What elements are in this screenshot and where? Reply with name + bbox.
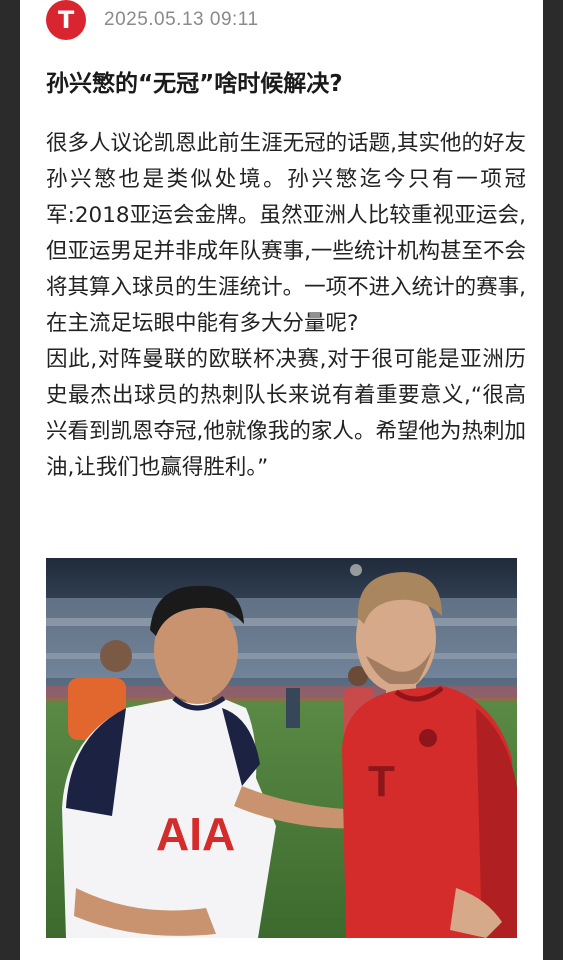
- article-body: 很多人议论凯恩此前生涯无冠的话题,其实他的好友孙兴慜也是类似处境。孙兴慜迄今只有…: [46, 126, 526, 486]
- post-header: T 2025.05.13 09:11: [46, 0, 259, 40]
- author-avatar[interactable]: T: [46, 0, 86, 40]
- article-card: T 2025.05.13 09:11 孙兴慜的“无冠”啥时候解决? 很多人议论凯…: [20, 0, 543, 960]
- article-paragraph-2: 因此,对阵曼联的欧联杯决赛,对于很可能是亚洲历史最杰出球员的热刺队长来说有着重要…: [46, 347, 526, 480]
- shirt-sponsor: AIA: [156, 808, 235, 860]
- logo-letter: T: [57, 6, 75, 34]
- shirt-telekom-logo: T: [368, 757, 395, 806]
- article-photo[interactable]: AIA T: [46, 558, 517, 938]
- article-title: 孙兴慜的“无冠”啥时候解决?: [46, 71, 343, 97]
- photo-illustration: AIA T: [46, 558, 517, 938]
- post-timestamp: 2025.05.13 09:11: [104, 9, 259, 30]
- article-paragraph-1: 很多人议论凯恩此前生涯无冠的话题,其实他的好友孙兴慜也是类似处境。孙兴慜迄今只有…: [46, 131, 526, 336]
